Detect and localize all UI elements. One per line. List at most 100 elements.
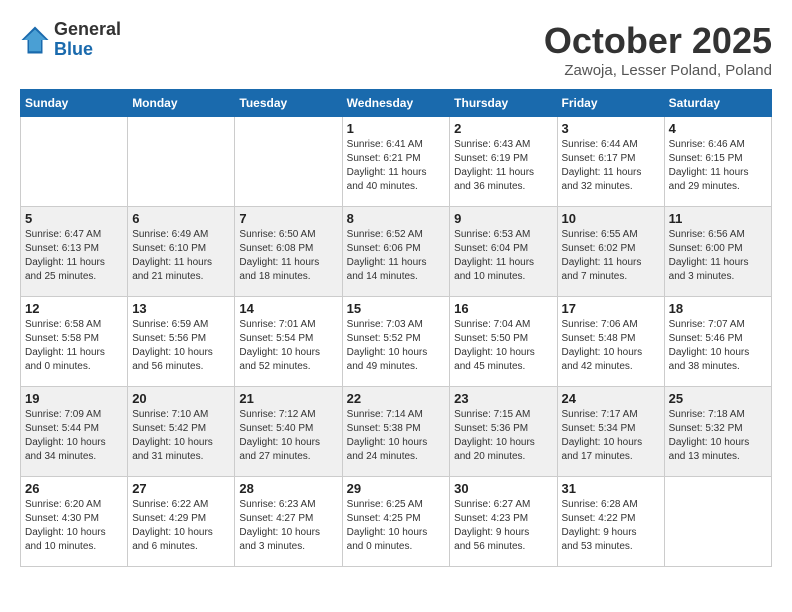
day-info: Sunrise: 6:43 AM Sunset: 6:19 PM Dayligh… bbox=[454, 138, 552, 194]
weekday-header-monday: Monday bbox=[128, 90, 235, 117]
day-number: 12 bbox=[25, 301, 123, 316]
day-number: 3 bbox=[562, 121, 660, 136]
calendar-table: SundayMondayTuesdayWednesdayThursdayFrid… bbox=[20, 89, 772, 567]
calendar-cell: 4Sunrise: 6:46 AM Sunset: 6:15 PM Daylig… bbox=[664, 117, 771, 207]
week-row-5: 26Sunrise: 6:20 AM Sunset: 4:30 PM Dayli… bbox=[21, 477, 772, 567]
calendar-cell: 16 Sunrise: 7:04 AM Sunset: 5:50 PM Dayli… bbox=[450, 297, 557, 387]
day-info: Sunrise: 7:01 AM Sunset: 5:54 PM Dayligh… bbox=[239, 318, 337, 374]
title-section: October 2025 Zawoja, Lesser Poland, Pola… bbox=[544, 20, 772, 79]
day-number: 5 bbox=[25, 211, 123, 226]
day-number: 28 bbox=[239, 481, 337, 496]
calendar-cell bbox=[128, 117, 235, 207]
calendar-cell: 25 Sunrise: 7:18 AM Sunset: 5:32 PM Dayli… bbox=[664, 387, 771, 477]
calendar-cell: 19Sunrise: 7:09 AM Sunset: 5:44 PM Dayli… bbox=[21, 387, 128, 477]
day-number: 24 bbox=[562, 391, 660, 406]
day-info: Sunrise: 7:03 AM Sunset: 5:52 PM Dayligh… bbox=[347, 318, 446, 374]
day-info: Sunrise: 6:49 AM Sunset: 6:10 PM Dayligh… bbox=[132, 228, 230, 284]
calendar-cell: 18 Sunrise: 7:07 AM Sunset: 5:46 PM Dayli… bbox=[664, 297, 771, 387]
calendar-cell: 17 Sunrise: 7:06 AM Sunset: 5:48 PM Dayli… bbox=[557, 297, 664, 387]
day-info: Sunrise: 6:41 AM Sunset: 6:21 PM Dayligh… bbox=[347, 138, 446, 194]
day-info: Sunrise: 7:04 AM Sunset: 5:50 PM Dayligh… bbox=[454, 318, 552, 374]
calendar-cell: 26Sunrise: 6:20 AM Sunset: 4:30 PM Dayli… bbox=[21, 477, 128, 567]
calendar-cell: 13 Sunrise: 6:59 AM Sunset: 5:56 PM Dayli… bbox=[128, 297, 235, 387]
day-info: Sunrise: 6:50 AM Sunset: 6:08 PM Dayligh… bbox=[239, 228, 337, 284]
day-info: Sunrise: 7:10 AM Sunset: 5:42 PM Dayligh… bbox=[132, 408, 230, 464]
page-header: General Blue October 2025 Zawoja, Lesser… bbox=[20, 20, 772, 79]
calendar-cell: 8 Sunrise: 6:52 AM Sunset: 6:06 PM Daylig… bbox=[342, 207, 450, 297]
calendar-cell bbox=[21, 117, 128, 207]
day-number: 6 bbox=[132, 211, 230, 226]
logo-icon bbox=[20, 25, 50, 55]
calendar-cell: 6 Sunrise: 6:49 AM Sunset: 6:10 PM Daylig… bbox=[128, 207, 235, 297]
day-info: Sunrise: 7:14 AM Sunset: 5:38 PM Dayligh… bbox=[347, 408, 446, 464]
weekday-header-sunday: Sunday bbox=[21, 90, 128, 117]
day-info: Sunrise: 6:28 AM Sunset: 4:22 PM Dayligh… bbox=[562, 498, 660, 554]
day-number: 8 bbox=[347, 211, 446, 226]
calendar-cell: 14 Sunrise: 7:01 AM Sunset: 5:54 PM Dayli… bbox=[235, 297, 342, 387]
day-number: 29 bbox=[347, 481, 446, 496]
day-info: Sunrise: 6:47 AM Sunset: 6:13 PM Dayligh… bbox=[25, 228, 123, 284]
calendar-cell: 31Sunrise: 6:28 AM Sunset: 4:22 PM Dayli… bbox=[557, 477, 664, 567]
day-info: Sunrise: 6:23 AM Sunset: 4:27 PM Dayligh… bbox=[239, 498, 337, 554]
day-info: Sunrise: 6:27 AM Sunset: 4:23 PM Dayligh… bbox=[454, 498, 552, 554]
day-number: 15 bbox=[347, 301, 446, 316]
month-title: October 2025 bbox=[544, 20, 772, 62]
calendar-cell: 7 Sunrise: 6:50 AM Sunset: 6:08 PM Daylig… bbox=[235, 207, 342, 297]
day-info: Sunrise: 6:20 AM Sunset: 4:30 PM Dayligh… bbox=[25, 498, 123, 554]
logo-general-text: General bbox=[54, 20, 121, 40]
day-info: Sunrise: 6:44 AM Sunset: 6:17 PM Dayligh… bbox=[562, 138, 660, 194]
day-number: 23 bbox=[454, 391, 552, 406]
weekday-header-tuesday: Tuesday bbox=[235, 90, 342, 117]
calendar-cell: 9 Sunrise: 6:53 AM Sunset: 6:04 PM Daylig… bbox=[450, 207, 557, 297]
week-row-2: 5 Sunrise: 6:47 AM Sunset: 6:13 PM Daylig… bbox=[21, 207, 772, 297]
day-number: 19 bbox=[25, 391, 123, 406]
day-info: Sunrise: 7:06 AM Sunset: 5:48 PM Dayligh… bbox=[562, 318, 660, 374]
day-number: 14 bbox=[239, 301, 337, 316]
calendar-cell: 29 Sunrise: 6:25 AM Sunset: 4:25 PM Dayli… bbox=[342, 477, 450, 567]
day-info: Sunrise: 6:59 AM Sunset: 5:56 PM Dayligh… bbox=[132, 318, 230, 374]
week-row-4: 19Sunrise: 7:09 AM Sunset: 5:44 PM Dayli… bbox=[21, 387, 772, 477]
weekday-header-saturday: Saturday bbox=[664, 90, 771, 117]
day-info: Sunrise: 6:52 AM Sunset: 6:06 PM Dayligh… bbox=[347, 228, 446, 284]
calendar-cell bbox=[664, 477, 771, 567]
day-info: Sunrise: 7:12 AM Sunset: 5:40 PM Dayligh… bbox=[239, 408, 337, 464]
day-number: 22 bbox=[347, 391, 446, 406]
day-info: Sunrise: 7:17 AM Sunset: 5:34 PM Dayligh… bbox=[562, 408, 660, 464]
day-info: Sunrise: 6:56 AM Sunset: 6:00 PM Dayligh… bbox=[669, 228, 767, 284]
day-number: 13 bbox=[132, 301, 230, 316]
day-info: Sunrise: 7:18 AM Sunset: 5:32 PM Dayligh… bbox=[669, 408, 767, 464]
day-number: 18 bbox=[669, 301, 767, 316]
logo-text: General Blue bbox=[54, 20, 121, 60]
weekday-header-friday: Friday bbox=[557, 90, 664, 117]
day-info: Sunrise: 6:53 AM Sunset: 6:04 PM Dayligh… bbox=[454, 228, 552, 284]
weekday-header-wednesday: Wednesday bbox=[342, 90, 450, 117]
calendar-cell: 11Sunrise: 6:56 AM Sunset: 6:00 PM Dayli… bbox=[664, 207, 771, 297]
day-number: 2 bbox=[454, 121, 552, 136]
location-subtitle: Zawoja, Lesser Poland, Poland bbox=[544, 62, 772, 79]
day-info: Sunrise: 7:07 AM Sunset: 5:46 PM Dayligh… bbox=[669, 318, 767, 374]
day-number: 9 bbox=[454, 211, 552, 226]
calendar-cell: 23 Sunrise: 7:15 AM Sunset: 5:36 PM Dayli… bbox=[450, 387, 557, 477]
day-number: 7 bbox=[239, 211, 337, 226]
calendar-cell: 1 Sunrise: 6:41 AM Sunset: 6:21 PM Daylig… bbox=[342, 117, 450, 207]
week-row-3: 12Sunrise: 6:58 AM Sunset: 5:58 PM Dayli… bbox=[21, 297, 772, 387]
day-number: 16 bbox=[454, 301, 552, 316]
logo-blue-text: Blue bbox=[54, 40, 121, 60]
calendar-cell: 12Sunrise: 6:58 AM Sunset: 5:58 PM Dayli… bbox=[21, 297, 128, 387]
calendar-cell: 21Sunrise: 7:12 AM Sunset: 5:40 PM Dayli… bbox=[235, 387, 342, 477]
day-number: 25 bbox=[669, 391, 767, 406]
calendar-cell bbox=[235, 117, 342, 207]
calendar-cell: 27Sunrise: 6:22 AM Sunset: 4:29 PM Dayli… bbox=[128, 477, 235, 567]
day-number: 20 bbox=[132, 391, 230, 406]
calendar-cell: 24 Sunrise: 7:17 AM Sunset: 5:34 PM Dayli… bbox=[557, 387, 664, 477]
week-row-1: 1 Sunrise: 6:41 AM Sunset: 6:21 PM Daylig… bbox=[21, 117, 772, 207]
day-info: Sunrise: 7:15 AM Sunset: 5:36 PM Dayligh… bbox=[454, 408, 552, 464]
day-number: 17 bbox=[562, 301, 660, 316]
logo: General Blue bbox=[20, 20, 121, 60]
day-info: Sunrise: 6:25 AM Sunset: 4:25 PM Dayligh… bbox=[347, 498, 446, 554]
calendar-cell: 3 Sunrise: 6:44 AM Sunset: 6:17 PM Daylig… bbox=[557, 117, 664, 207]
day-info: Sunrise: 6:46 AM Sunset: 6:15 PM Dayligh… bbox=[669, 138, 767, 194]
day-number: 1 bbox=[347, 121, 446, 136]
day-number: 10 bbox=[562, 211, 660, 226]
weekday-header-row: SundayMondayTuesdayWednesdayThursdayFrid… bbox=[21, 90, 772, 117]
